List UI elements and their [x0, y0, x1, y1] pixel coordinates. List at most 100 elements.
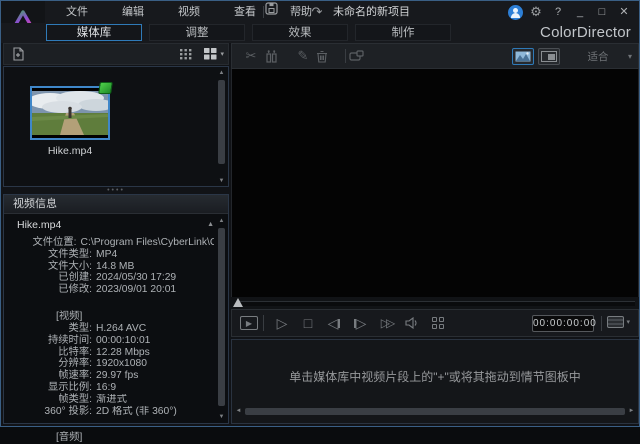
library-toolbar: ▾ — [3, 43, 229, 65]
scrollbar-thumb[interactable] — [218, 80, 225, 164]
info-fields: 文件位置: C:\Program Files\CyberLink\Color..… — [4, 237, 214, 444]
view-thumbnail-icon[interactable]: ▾ — [204, 48, 224, 60]
menu-item[interactable]: 编辑 — [105, 1, 161, 23]
info-field-label: 文件大小: — [47, 260, 92, 272]
clip-filename: Hike.mp4 — [47, 145, 93, 157]
menu-item[interactable]: 视频 — [161, 1, 217, 23]
view-mode-full-button[interactable] — [512, 47, 534, 65]
play-button[interactable]: ▷ — [269, 315, 295, 332]
collapse-section-icon[interactable]: ▲ — [207, 221, 214, 228]
left-panel: ▾ Hike.mp4 ▲ ▼ •••• 视频信息 Hike.mp4 ▲ 文件位置… — [3, 43, 229, 443]
info-field-value: 1920x1080 — [96, 358, 147, 370]
import-media-icon[interactable] — [11, 47, 25, 61]
main-area: ▾ Hike.mp4 ▲ ▼ •••• 视频信息 Hike.mp4 ▲ 文件位置… — [3, 43, 639, 443]
view-detail-icon[interactable] — [180, 48, 192, 60]
scroll-right-icon[interactable]: ► — [627, 407, 636, 416]
help-button[interactable]: ? — [549, 2, 567, 22]
storyboard-scrollbar[interactable]: ◄ ► — [234, 407, 636, 416]
settings-gear-icon[interactable]: ⚙ — [527, 2, 545, 22]
transport-separator — [263, 315, 264, 331]
titlebar-separator — [263, 6, 264, 18]
info-field-label: 帧类型: — [58, 393, 92, 405]
info-field-label: 显示比例: — [47, 381, 92, 393]
info-field-value: 2D 格式 (非 360°) — [96, 405, 177, 417]
quality-badge-icon — [98, 82, 113, 94]
info-clip-name: Hike.mp4 — [17, 219, 62, 231]
info-field-value: 2024/05/30 17:29 — [96, 272, 177, 284]
info-field-row: 帧类型: 渐进式 — [4, 394, 214, 406]
info-field-label: 文件类型: — [47, 248, 92, 260]
info-field-value: H.264 AVC — [96, 322, 147, 334]
scrollbar-thumb[interactable] — [245, 408, 625, 415]
tab-effects[interactable]: 效果 — [252, 24, 348, 41]
zoom-mode-value: 适合 — [587, 50, 609, 63]
preview-window-play-button[interactable]: ▶ — [240, 316, 258, 330]
stop-button[interactable]: □ — [295, 315, 321, 331]
seek-track[interactable] — [237, 301, 635, 306]
transport-separator — [601, 316, 602, 331]
next-frame-button[interactable]: ▷ — [347, 315, 373, 332]
select-zoom-grid-icon[interactable] — [425, 317, 451, 329]
close-button[interactable]: ✕ — [615, 2, 633, 22]
info-field-label: 持续时间: — [47, 334, 92, 346]
info-field-row: 帧速率: 29.97 fps — [4, 370, 214, 382]
info-field-label: 比特率: — [58, 346, 92, 358]
playhead-marker[interactable] — [233, 298, 243, 307]
info-clip-row[interactable]: Hike.mp4 ▲ — [4, 219, 228, 233]
info-panel-title: 视频信息 — [4, 195, 228, 214]
info-field-row: 文件位置: C:\Program Files\CyberLink\Color..… — [4, 237, 214, 249]
seek-bar[interactable] — [231, 297, 639, 309]
project-title: 未命名的新项目 — [333, 6, 410, 18]
preview-panel: ✂ ✎ 适合 ▾ ▶ ▷ □ ◁ ▷ ▷▷ 00:00:00:00 ▾ 单击媒体… — [231, 43, 639, 424]
audio-section-label: [音频] — [56, 432, 83, 444]
scroll-up-icon[interactable]: ▲ — [217, 69, 226, 78]
info-field-row: 文件大小: 14.8 MB — [4, 261, 214, 273]
previous-frame-button[interactable]: ◁ — [321, 315, 347, 332]
info-field-row: 分辨率: 1920x1080 — [4, 358, 214, 370]
pip-tag-icon[interactable] — [349, 50, 375, 62]
scroll-left-icon[interactable]: ◄ — [234, 407, 243, 416]
info-field-value: 00:00:10:01 — [96, 334, 151, 346]
info-field-label: 分辨率: — [58, 358, 92, 370]
split-clip-icon[interactable]: ✂ — [238, 48, 264, 64]
video-info-panel: 视频信息 Hike.mp4 ▲ 文件位置: C:\Program Files\C… — [3, 194, 229, 443]
redo-icon[interactable]: ↷ — [307, 2, 327, 22]
timecode-display[interactable]: 00:00:00:00 — [532, 315, 596, 332]
save-icon[interactable] — [265, 2, 285, 15]
account-icon[interactable] — [508, 4, 523, 20]
info-field-row: 360° 投影: 2D 格式 (非 360°) — [4, 406, 214, 418]
toolbar-separator — [345, 49, 346, 63]
info-scrollbar[interactable]: ▲ ▼ — [217, 217, 226, 422]
scroll-down-icon[interactable]: ▼ — [217, 413, 226, 422]
pen-mark-icon[interactable]: ✎ — [290, 48, 316, 64]
zoom-mode-select[interactable]: 适合 ▾ — [568, 49, 632, 64]
library-scrollbar[interactable]: ▲ ▼ — [217, 69, 226, 186]
video-section-label: [视频] — [56, 310, 83, 322]
info-field-value: 16:9 — [96, 381, 117, 393]
storyboard-area[interactable]: 单击媒体库中视频片段上的"+"或将其拖动到情节图板中 ◄ ► — [231, 339, 639, 424]
info-field-label: 已修改: — [58, 284, 92, 296]
clip-thumbnail[interactable] — [30, 82, 113, 140]
minimize-button[interactable]: _ — [571, 5, 589, 19]
volume-button[interactable] — [399, 317, 425, 329]
chevron-down-icon: ▾ — [220, 51, 224, 58]
info-field-row: 显示比例: 16:9 — [4, 382, 214, 394]
delete-clip-icon[interactable] — [316, 50, 342, 63]
mode-tabbar: 媒体库 调整 效果 制作 ColorDirector — [1, 23, 639, 43]
fast-forward-button[interactable]: ▷▷ — [373, 316, 399, 330]
trim-clip-icon[interactable] — [264, 49, 290, 63]
tab-media-library[interactable]: 媒体库 — [46, 24, 142, 41]
preview-quality-button[interactable]: ▾ — [607, 316, 630, 328]
view-mode-split-button[interactable] — [538, 47, 560, 65]
scroll-down-icon[interactable]: ▼ — [217, 177, 226, 186]
scrollbar-thumb[interactable] — [218, 228, 225, 406]
maximize-button[interactable]: □ — [593, 2, 611, 22]
undo-icon[interactable]: ↶ — [287, 2, 307, 22]
info-field-label: 帧速率: — [58, 370, 92, 382]
preview-screen[interactable] — [231, 69, 639, 297]
menu-item[interactable]: 文件 — [49, 1, 105, 23]
tab-adjustment[interactable]: 调整 — [149, 24, 245, 41]
scroll-up-icon[interactable]: ▲ — [217, 217, 226, 226]
tab-produce[interactable]: 制作 — [355, 24, 451, 41]
panel-splitter[interactable]: •••• — [3, 187, 229, 194]
